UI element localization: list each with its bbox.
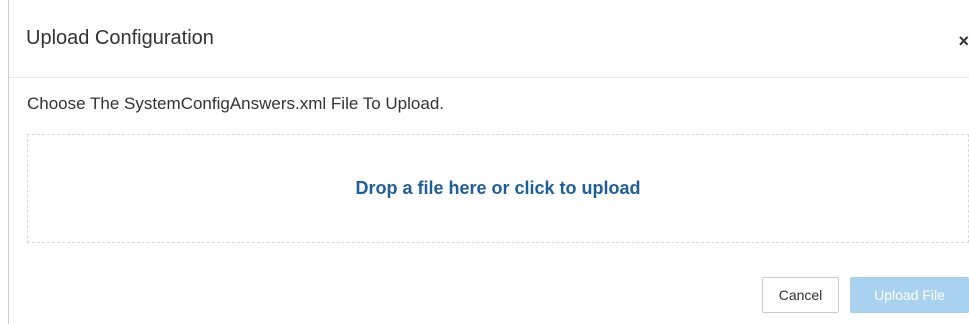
- upload-configuration-modal: Upload Configuration × Choose The System…: [9, 0, 969, 324]
- close-icon: ×: [958, 31, 969, 51]
- upload-file-button[interactable]: Upload File: [850, 277, 969, 313]
- file-dropzone[interactable]: Drop a file here or click to upload: [27, 134, 969, 243]
- upload-configuration-page: Upload Configuration × Choose The System…: [0, 0, 969, 324]
- dropzone-text: Drop a file here or click to upload: [355, 177, 641, 198]
- background-edge: [0, 0, 9, 324]
- modal-title: Upload Configuration: [26, 27, 214, 49]
- close-button[interactable]: ×: [951, 28, 969, 54]
- cancel-button[interactable]: Cancel: [762, 277, 839, 313]
- upload-instruction: Choose The SystemConfigAnswers.xml File …: [27, 94, 444, 113]
- modal-header: Upload Configuration ×: [9, 0, 969, 78]
